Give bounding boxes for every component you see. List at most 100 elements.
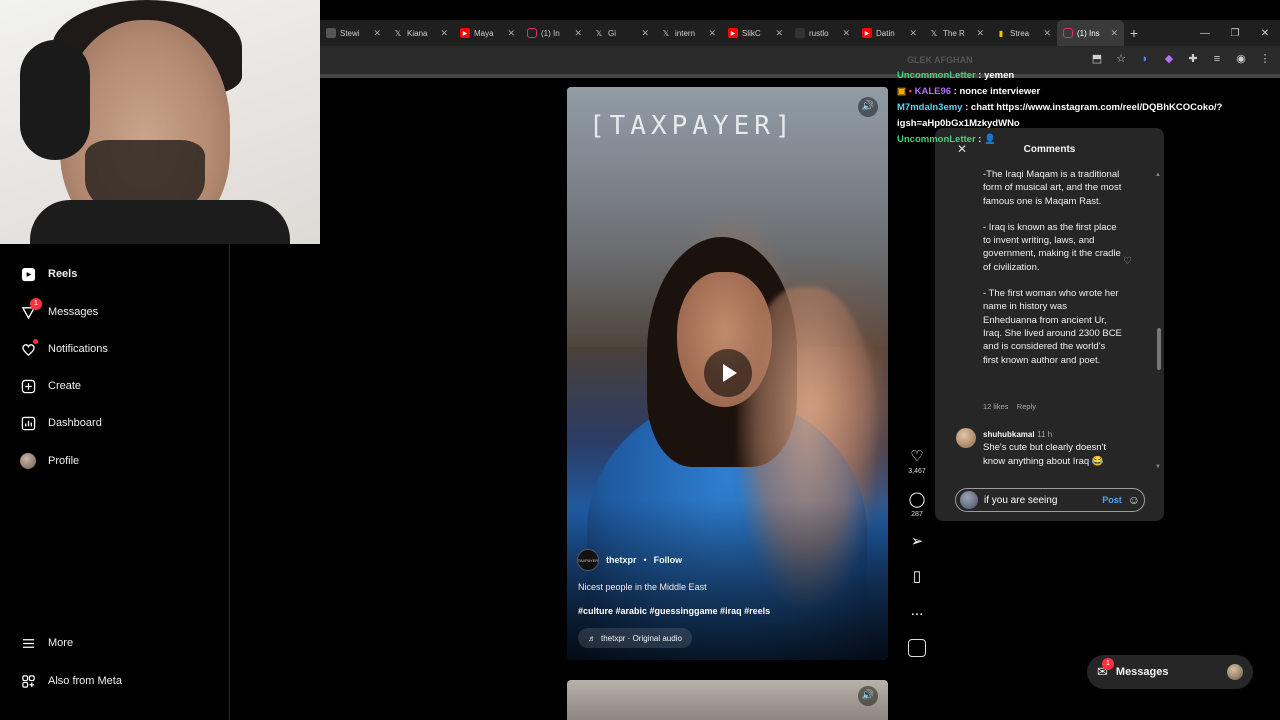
browser-tab[interactable]: ▶ SlikC ✕ [722, 20, 789, 46]
scroll-down-icon[interactable]: ▼ [1155, 464, 1161, 470]
reply-button[interactable]: Reply [1017, 402, 1036, 411]
star-icon[interactable]: ☆ [1114, 52, 1128, 66]
notification-dot [33, 339, 38, 344]
close-icon[interactable]: ✕ [440, 28, 448, 39]
sidebar-item-dashboard[interactable]: Dashboard [20, 415, 102, 431]
post-button[interactable]: Post [1102, 495, 1122, 505]
close-icon[interactable]: ✕ [909, 28, 917, 39]
sidebar-item-messages[interactable]: 1 Messages [20, 298, 98, 320]
shield-icon[interactable]: ◆ [1162, 52, 1176, 66]
share-action[interactable]: ➢ [902, 533, 932, 551]
sidebar-item-reels[interactable]: Reels [20, 266, 77, 282]
comment-action[interactable]: ◯ 287 [902, 491, 932, 518]
close-icon[interactable]: ✕ [976, 28, 984, 39]
badge-icon: ▣ [897, 86, 906, 97]
profile-icon[interactable]: ◉ [1234, 52, 1248, 66]
new-tab-button[interactable]: + [1124, 25, 1144, 41]
puzzle-icon[interactable]: ✚ [1186, 52, 1200, 66]
play-icon [723, 364, 737, 382]
sidebar-item-meta[interactable]: Also from Meta [20, 673, 122, 689]
close-icon[interactable]: ✕ [574, 28, 582, 39]
author-avatar[interactable]: TAXPAYER [577, 549, 599, 571]
messages-pill[interactable]: ✉ 1 Messages [1087, 655, 1253, 689]
browser-tab-bar: Stewi ✕ 𝕏 Kiana ✕ ▶ Maya ✕ (1) In ✕ 𝕏 Gi ✕ 𝕏inte… [320, 20, 1280, 46]
x-icon: 𝕏 [595, 28, 603, 38]
like-count: 3,467 [908, 468, 926, 475]
comment-likes[interactable]: 12 likes [983, 402, 1008, 411]
save-action[interactable]: ▯ [902, 568, 932, 586]
more-action[interactable]: ... [902, 602, 932, 620]
kebab-icon[interactable]: ⋮ [1258, 52, 1272, 66]
close-icon[interactable]: ✕ [842, 28, 850, 39]
browser-tab[interactable]: ▶ Datin ✕ [856, 20, 923, 46]
audio-thumbnail-icon [908, 639, 926, 657]
comment-input[interactable] [984, 494, 1097, 506]
youtube-icon: ▶ [728, 28, 738, 38]
browser-tab[interactable]: 𝕏intern ✕ [655, 20, 722, 46]
chat-line: UncommonLetter : 👤 [897, 134, 996, 145]
follow-button[interactable]: Follow [654, 555, 683, 565]
reel-video[interactable]: [TAXPAYER] 🔊 TAXPAYER thetxpr • Follow N… [567, 87, 888, 660]
avatar [20, 453, 36, 469]
sidebar-item-more[interactable]: More [20, 635, 73, 651]
scroll-up-icon[interactable]: ▲ [1155, 172, 1161, 178]
audio-pill[interactable]: ♬ thetxpr · Original audio [578, 628, 692, 648]
webcam-headset [20, 40, 90, 160]
close-icon[interactable]: ✕ [1110, 28, 1118, 39]
browser-tab[interactable]: 𝕏 Gi ✕ [588, 20, 655, 46]
audio-thumbnail[interactable] [902, 639, 932, 657]
maximize-button[interactable]: ❐ [1220, 28, 1250, 39]
chat-line: ▣ • KALE96 : nonce interviewer [897, 86, 1041, 97]
heart-icon [20, 339, 38, 357]
browser-tab[interactable]: 𝕏 Kiana ✕ [387, 20, 454, 46]
speaker-icon[interactable]: 🔊 [858, 97, 878, 117]
close-icon[interactable]: ✕ [641, 28, 649, 39]
reel-caption: Nicest people in the Middle East [578, 582, 707, 592]
comments-panel: ✕ Comments -The Iraqi Maqam is a traditi… [935, 128, 1164, 521]
play-button[interactable] [704, 349, 752, 397]
minimize-button[interactable]: — [1190, 28, 1220, 39]
extension-icon[interactable]: ◗ [1138, 52, 1152, 66]
browser-tab[interactable]: 𝕏 The R ✕ [923, 20, 990, 46]
next-reel-preview[interactable]: 🔊 [567, 680, 888, 720]
chart-icon: ▮ [998, 28, 1004, 38]
avatar[interactable] [956, 428, 976, 448]
bookmark-icon: ▯ [912, 568, 922, 585]
browser-tab[interactable]: (1) In ✕ [521, 20, 588, 46]
close-icon[interactable]: ✕ [708, 28, 716, 39]
comment-username[interactable]: shuhubkamal [983, 430, 1035, 439]
browser-tab[interactable]: Stewi ✕ [320, 20, 387, 46]
badge-dot-icon: • [908, 86, 912, 97]
comment-like-icon[interactable]: ♡ [1123, 256, 1132, 267]
avatar [1227, 664, 1243, 680]
tab-icon [326, 28, 336, 38]
emoji-icon[interactable]: ☺ [1128, 493, 1140, 507]
chat-line: M7mdaln3emy : chatt https://www.instagra… [897, 102, 1223, 129]
close-icon[interactable]: ✕ [507, 28, 515, 39]
browser-tab-active[interactable]: (1) Ins ✕ [1057, 20, 1124, 46]
sidebar-item-profile[interactable]: Profile [20, 453, 79, 469]
close-window-button[interactable]: ✕ [1250, 28, 1280, 39]
grid-icon [20, 673, 36, 689]
browser-tab[interactable]: rustlo ✕ [789, 20, 856, 46]
install-icon[interactable]: ⬒ [1090, 52, 1104, 66]
chat-ghost-line: GLEK AFGHAN [907, 55, 973, 65]
sidebar-item-notifications[interactable]: Notifications [20, 339, 108, 357]
comment-item: shuhubkamal 11 h She's cute but clearly … [983, 428, 1123, 468]
close-icon[interactable]: ✕ [373, 28, 381, 39]
dashboard-icon [20, 415, 36, 431]
close-icon[interactable]: ✕ [775, 28, 783, 39]
reel-hashtags[interactable]: #culture #arabic #guessinggame #iraq #re… [578, 606, 770, 616]
close-icon[interactable]: ✕ [1043, 28, 1051, 39]
scroll-thumb[interactable] [1157, 328, 1161, 370]
sidebar-item-create[interactable]: Create [20, 378, 81, 394]
like-action[interactable]: ♡ 3,467 [902, 448, 932, 475]
separator-dot: • [643, 555, 647, 565]
browser-tab[interactable]: ▮ Strea ✕ [990, 20, 1057, 46]
menu-icon[interactable]: ≡ [1210, 52, 1224, 66]
browser-tab[interactable]: ▶ Maya ✕ [454, 20, 521, 46]
messages-pill-badge: 1 [1101, 658, 1114, 670]
speaker-icon[interactable]: 🔊 [858, 686, 878, 706]
comments-scrollbar[interactable]: ▲ ▼ [1155, 172, 1161, 472]
author-username[interactable]: thetxpr [606, 555, 637, 565]
